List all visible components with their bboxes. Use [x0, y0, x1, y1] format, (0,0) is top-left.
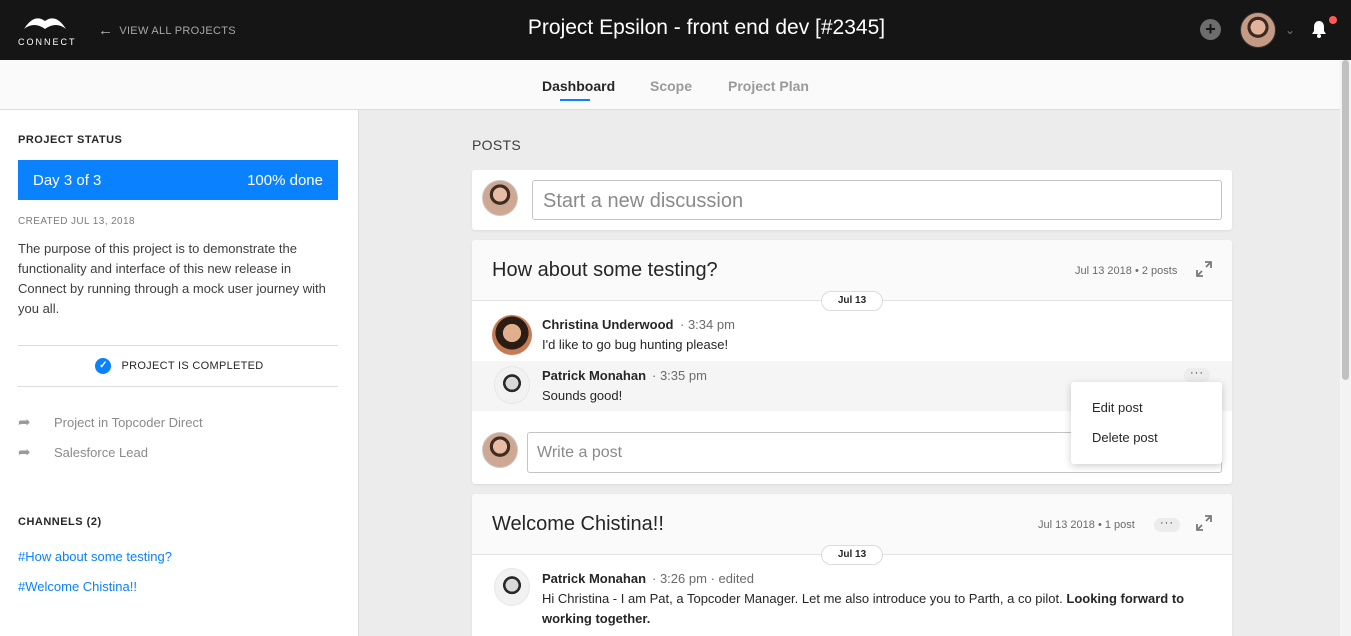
post-actions-menu: Edit post Delete post	[1071, 382, 1222, 464]
post-time-value: 3:34 pm	[687, 317, 735, 332]
new-discussion-input[interactable]: Start a new discussion	[532, 180, 1222, 220]
project-title: Project Epsilon - front end dev [#2345]	[527, 16, 886, 39]
post-edited: edited	[718, 571, 754, 586]
thread-date: Jul 13 2018	[1075, 265, 1132, 277]
post-time-value: 3:35 pm	[659, 368, 707, 383]
post-author: Patrick Monahan	[542, 368, 647, 383]
post-time: · 3:35 pm	[652, 368, 707, 383]
post-author: Patrick Monahan	[542, 571, 647, 586]
thread-post-count: 2 posts	[1141, 265, 1178, 277]
avatar	[492, 315, 532, 355]
more-icon[interactable]: ···	[1184, 368, 1210, 382]
thread-card: Welcome Chistina!! Jul 13 2018 • 1 post …	[472, 494, 1232, 636]
bell-icon[interactable]	[1311, 20, 1327, 38]
post-text: Sounds good!	[542, 388, 623, 403]
tab-project-plan[interactable]: Project Plan	[728, 78, 809, 94]
top-bar: CONNECT ← VIEW ALL PROJECTS Project Epsi…	[0, 0, 1351, 60]
post-author: Christina Underwood	[542, 317, 674, 332]
thread-title: How about some testing?	[492, 259, 718, 281]
completed-label: PROJECT IS COMPLETED	[121, 360, 264, 372]
expand-icon[interactable]	[1196, 261, 1212, 277]
link-label: Project in Topcoder Direct	[54, 414, 203, 430]
share-icon: ➦	[18, 414, 31, 431]
post-time: · 3:26 pm · edited	[652, 571, 754, 586]
delete-post-menu-item[interactable]: Delete post	[1092, 430, 1158, 445]
tab-scope[interactable]: Scope	[650, 78, 692, 94]
divider	[18, 386, 338, 387]
post-text: I'd like to go bug hunting please!	[542, 337, 729, 352]
link-label: Salesforce Lead	[54, 444, 148, 460]
more-icon[interactable]: ···	[1154, 518, 1180, 532]
thread-title: Welcome Chistina!!	[492, 513, 664, 535]
thread-meta: Jul 13 2018 • 1 post	[1038, 519, 1135, 531]
avatar	[494, 366, 530, 404]
status-day: Day 3 of 3	[33, 172, 102, 189]
divider	[18, 345, 338, 346]
project-progress-bar: Day 3 of 3 100% done	[18, 160, 338, 200]
check-icon: ✓	[95, 358, 112, 374]
created-date: CREATED JUL 13, 2018	[18, 216, 135, 227]
thread-post-count: 1 post	[1104, 519, 1135, 531]
date-pill: Jul 13	[821, 545, 883, 565]
thread-meta: Jul 13 2018 • 2 posts	[1075, 265, 1178, 277]
new-discussion-card: Start a new discussion	[472, 170, 1232, 230]
sidebar: PROJECT STATUS Day 3 of 3 100% done CREA…	[0, 110, 359, 636]
project-description: The purpose of this project is to demons…	[18, 241, 326, 316]
thread-date: Jul 13 2018	[1038, 519, 1095, 531]
edit-post-menu-item[interactable]: Edit post	[1092, 400, 1143, 415]
salesforce-lead-link[interactable]: ➦ Salesforce Lead	[18, 443, 148, 461]
scrollbar[interactable]	[1340, 60, 1351, 636]
sub-nav: Dashboard Scope Project Plan	[0, 60, 1351, 110]
share-icon: ➦	[18, 444, 31, 461]
avatar	[482, 432, 518, 468]
post-text-plain: Hi Christina - I am Pat, a Topcoder Mana…	[542, 591, 1067, 606]
post-text: Hi Christina - I am Pat, a Topcoder Mana…	[542, 589, 1202, 629]
chevron-down-icon[interactable]: ⌄	[1285, 23, 1295, 37]
tab-dashboard[interactable]: Dashboard	[542, 78, 615, 94]
post-time: · 3:34 pm	[680, 317, 735, 332]
scrollbar-thumb[interactable]	[1342, 60, 1349, 380]
post-time-value: 3:26 pm	[659, 571, 707, 586]
avatar	[494, 568, 530, 606]
project-status-heading: PROJECT STATUS	[18, 134, 123, 146]
active-tab-indicator	[560, 99, 590, 101]
channel-link[interactable]: #Welcome Chistina!!	[18, 579, 137, 594]
avatar	[482, 180, 518, 216]
project-completed-status: ✓ PROJECT IS COMPLETED	[0, 358, 359, 374]
status-done: 100% done	[247, 172, 323, 189]
notification-dot	[1329, 16, 1337, 24]
plus-icon[interactable]: +	[1200, 19, 1221, 40]
expand-icon[interactable]	[1196, 515, 1212, 531]
posts-heading: POSTS	[472, 137, 521, 153]
user-avatar[interactable]	[1240, 12, 1276, 48]
topcoder-direct-link[interactable]: ➦ Project in Topcoder Direct	[18, 413, 203, 431]
channel-link[interactable]: #How about some testing?	[18, 549, 172, 564]
date-pill: Jul 13	[821, 291, 883, 311]
channels-heading: CHANNELS (2)	[18, 516, 102, 528]
